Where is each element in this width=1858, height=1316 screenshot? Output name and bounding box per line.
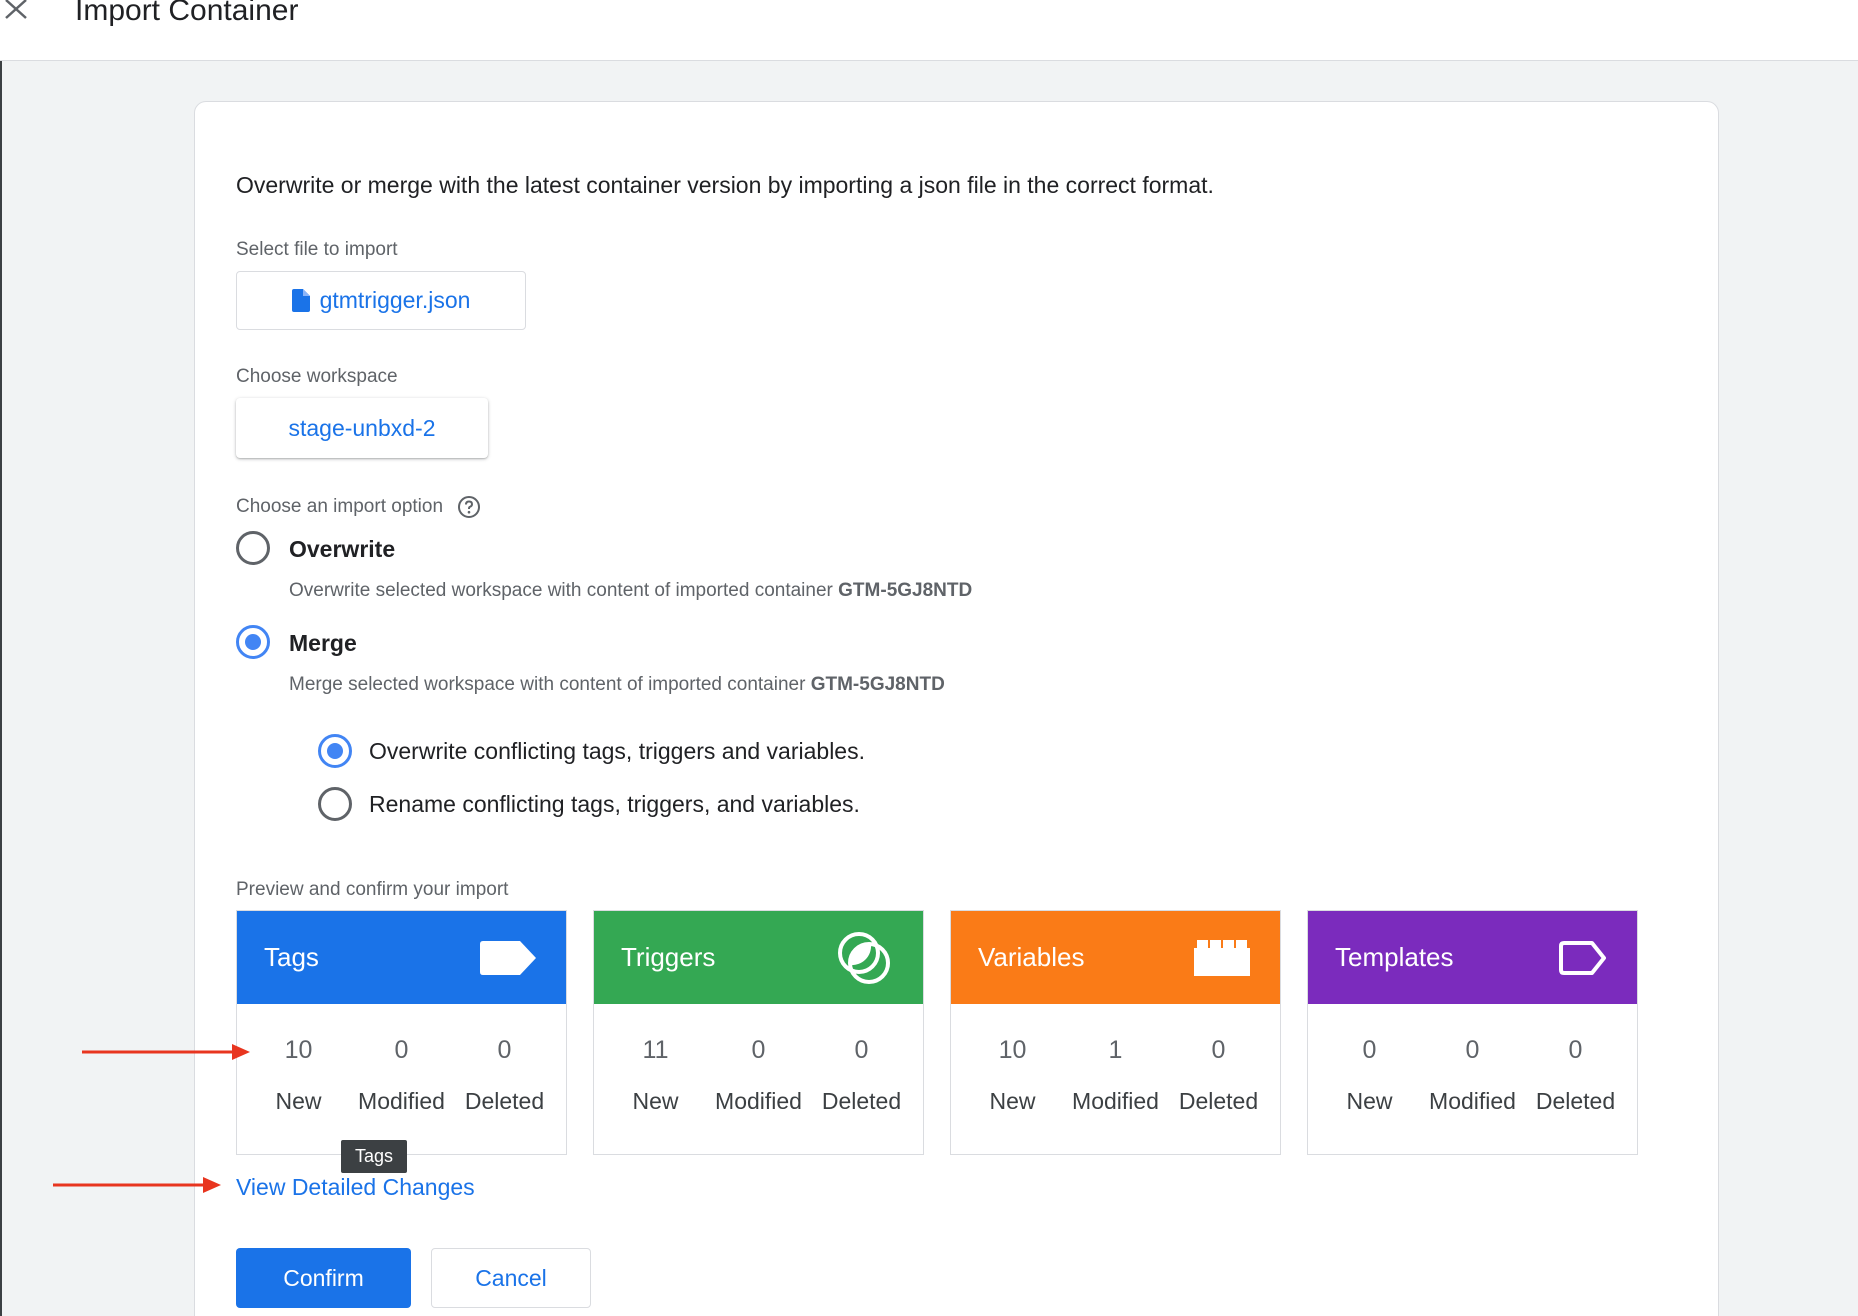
tags-tooltip: Tags	[341, 1140, 407, 1173]
templates-new-stat: 0 New	[1319, 1004, 1421, 1115]
variables-tile-title: Variables	[978, 942, 1085, 972]
tags-stats: 10 New 0 Modified 0 Deleted	[237, 1004, 566, 1115]
import-option-label: Choose an import option	[236, 496, 444, 517]
tags-tile-header: Tags	[237, 911, 566, 1004]
template-icon	[1559, 940, 1606, 975]
triggers-deleted-stat: 0 Deleted	[811, 1004, 913, 1115]
templates-modified-count: 0	[1465, 1036, 1480, 1064]
window-edge	[0, 0, 2, 1316]
variable-icon	[1194, 939, 1250, 976]
merge-desc-text: Merge selected workspace with content of…	[289, 674, 811, 695]
stat-label-modified: Modified	[1429, 1088, 1516, 1114]
merge-container-id: GTM-5GJ8NTD	[810, 674, 945, 695]
overwrite-radio[interactable]	[236, 531, 270, 565]
tags-new-stat: 10 New	[248, 1004, 350, 1115]
stat-label-modified: Modified	[358, 1088, 445, 1114]
triggers-new-count: 11	[642, 1036, 669, 1064]
import-card: Overwrite or merge with the latest conta…	[194, 101, 1719, 1316]
triggers-new-stat: 11 New	[605, 1004, 707, 1115]
variables-new-count: 10	[998, 1036, 1027, 1064]
trigger-icon	[838, 931, 890, 984]
triggers-tile-title: Triggers	[621, 942, 716, 972]
overwrite-conflicting-label: Overwrite conflicting tags, triggers and…	[369, 738, 865, 764]
confirm-button[interactable]: Confirm	[236, 1248, 411, 1308]
stat-label-deleted: Deleted	[821, 1088, 902, 1114]
merge-option-title: Merge	[289, 630, 357, 656]
triggers-deleted-count: 0	[854, 1036, 869, 1064]
triggers-modified-stat: 0 Modified	[708, 1004, 810, 1115]
file-icon	[291, 289, 310, 312]
triggers-stats: 11 New 0 Modified 0 Deleted	[594, 1004, 923, 1115]
templates-deleted-stat: 0 Deleted	[1525, 1004, 1627, 1115]
triggers-tile-header: Triggers	[594, 911, 923, 1004]
merge-option-desc: Merge selected workspace with content of…	[289, 674, 945, 696]
workspace-label: Choose workspace	[236, 366, 398, 387]
annotation-arrow-view-changes	[53, 1177, 221, 1193]
tags-deleted-stat: 0 Deleted	[454, 1004, 556, 1115]
tag-icon	[480, 940, 536, 975]
annotation-arrow-new	[82, 1044, 250, 1060]
variables-new-stat: 10 New	[962, 1004, 1064, 1115]
file-name: gtmtrigger.json	[319, 287, 471, 313]
templates-tile-header: Templates	[1308, 911, 1637, 1004]
stat-label-deleted: Deleted	[1535, 1088, 1616, 1114]
templates-tile-title: Templates	[1335, 942, 1454, 972]
import-option-header: Choose an import option	[236, 495, 481, 519]
tags-modified-stat: 0 Modified	[351, 1004, 453, 1115]
stat-label-new: New	[989, 1088, 1036, 1114]
triggers-tile[interactable]: Triggers 11 New 0 Modified 0 Deleted	[593, 910, 924, 1155]
cancel-button[interactable]: Cancel	[431, 1248, 591, 1308]
close-icon[interactable]	[2, 0, 30, 22]
stat-label-new: New	[1346, 1088, 1393, 1114]
workspace-button[interactable]: stage-unbxd-2	[236, 398, 488, 458]
stat-label-deleted: Deleted	[464, 1088, 545, 1114]
stat-label-new: New	[632, 1088, 679, 1114]
templates-modified-stat: 0 Modified	[1422, 1004, 1524, 1115]
preview-label: Preview and confirm your import	[236, 879, 509, 900]
variables-deleted-stat: 0 Deleted	[1168, 1004, 1270, 1115]
file-label: Select file to import	[236, 239, 398, 260]
tags-tile[interactable]: Tags 10 New 0 Modified 0 Deleted	[236, 910, 567, 1155]
tags-modified-count: 0	[394, 1036, 409, 1064]
intro-text: Overwrite or merge with the latest conta…	[236, 172, 1214, 198]
variables-modified-count: 1	[1108, 1036, 1123, 1064]
header-bar: Import Container	[0, 0, 1858, 61]
triggers-modified-count: 0	[751, 1036, 766, 1064]
variables-tile[interactable]: Variables 10 New 1 Modified 0 Deleted	[950, 910, 1281, 1155]
templates-stats: 0 New 0 Modified 0 Deleted	[1308, 1004, 1637, 1115]
select-file-button[interactable]: gtmtrigger.json	[236, 271, 526, 330]
overwrite-conflicting-radio[interactable]	[318, 734, 352, 768]
help-icon[interactable]	[457, 495, 481, 519]
overwrite-option-desc: Overwrite selected workspace with conten…	[289, 580, 972, 602]
view-detailed-changes-link[interactable]: View Detailed Changes	[236, 1174, 475, 1201]
templates-tile[interactable]: Templates 0 New 0 Modified 0 Deleted	[1307, 910, 1638, 1155]
overwrite-container-id: GTM-5GJ8NTD	[838, 580, 973, 601]
tags-tile-title: Tags	[264, 942, 319, 972]
variables-deleted-count: 0	[1211, 1036, 1226, 1064]
variables-tile-header: Variables	[951, 911, 1280, 1004]
variables-modified-stat: 1 Modified	[1065, 1004, 1167, 1115]
variables-stats: 10 New 1 Modified 0 Deleted	[951, 1004, 1280, 1115]
templates-deleted-count: 0	[1568, 1036, 1583, 1064]
tags-new-count: 10	[284, 1036, 313, 1064]
stat-label-modified: Modified	[1072, 1088, 1159, 1114]
rename-conflicting-radio[interactable]	[318, 787, 352, 821]
page-title: Import Container	[75, 0, 299, 27]
overwrite-option-title: Overwrite	[289, 536, 396, 562]
stat-label-deleted: Deleted	[1178, 1088, 1259, 1114]
merge-radio[interactable]	[236, 625, 270, 659]
overwrite-desc-text: Overwrite selected workspace with conten…	[289, 580, 839, 601]
stat-label-modified: Modified	[715, 1088, 802, 1114]
rename-conflicting-label: Rename conflicting tags, triggers, and v…	[369, 791, 860, 817]
stat-label-new: New	[275, 1088, 322, 1114]
templates-new-count: 0	[1362, 1036, 1377, 1064]
tags-deleted-count: 0	[497, 1036, 512, 1064]
